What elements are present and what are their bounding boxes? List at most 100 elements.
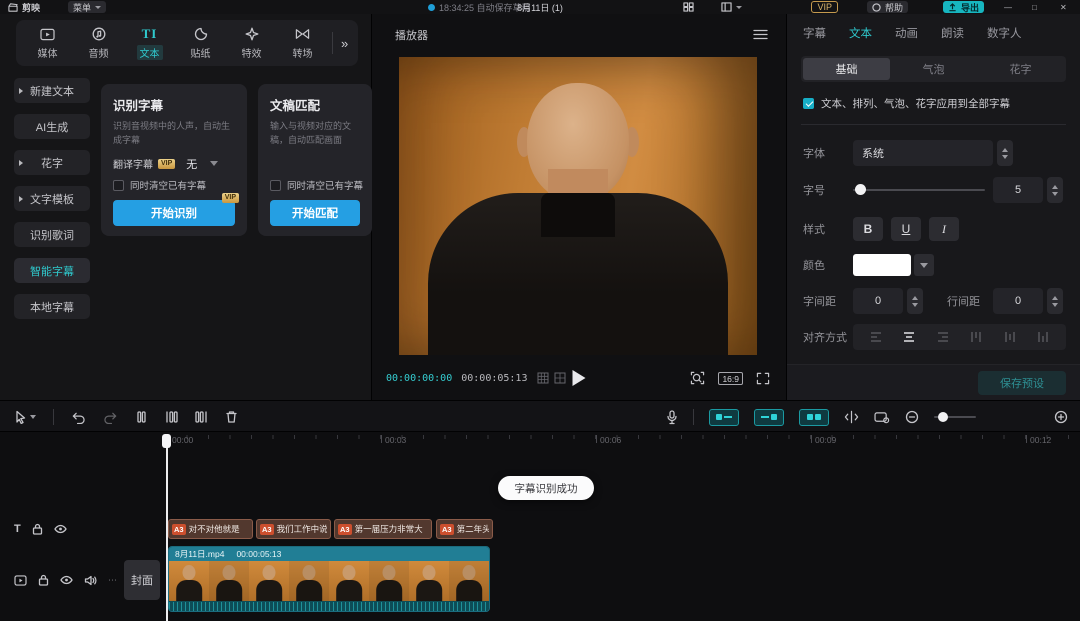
font-stepper[interactable] — [997, 140, 1013, 166]
letter-spacing-field[interactable]: 0 — [853, 288, 903, 314]
playhead-handle[interactable] — [162, 434, 171, 448]
checkbox[interactable] — [113, 179, 124, 191]
aspect-ratio-button[interactable]: 16:9 — [718, 371, 743, 385]
sidebar-item-ai-generate[interactable]: AI生成 — [14, 114, 90, 139]
size-slider-track[interactable] — [853, 189, 985, 191]
subtitle-clip[interactable]: A3 我们工作中说 — [256, 519, 331, 539]
workspace-switch-button[interactable] — [721, 1, 742, 13]
undo-icon[interactable] — [71, 411, 86, 424]
size-stepper[interactable] — [1047, 177, 1063, 203]
maximize-button[interactable]: □ — [1032, 1, 1046, 13]
play-button[interactable] — [572, 370, 586, 386]
subtab-fancy[interactable]: 花字 — [977, 58, 1064, 80]
line-spacing-stepper[interactable] — [1047, 288, 1063, 314]
sidebar-item-lyrics-recognition[interactable]: 识别歌词 — [14, 222, 90, 247]
redo-icon[interactable] — [103, 411, 118, 424]
translate-dropdown[interactable]: 无 — [186, 156, 197, 172]
eye-icon[interactable] — [60, 575, 73, 585]
checkbox-checked[interactable] — [803, 98, 814, 109]
delete-icon[interactable] — [225, 410, 238, 424]
auto-snap-toggle[interactable] — [754, 408, 784, 426]
preview-axis-icon[interactable] — [844, 410, 859, 424]
record-voiceover-icon[interactable] — [666, 409, 678, 425]
tab-text[interactable]: TI 文本 — [124, 26, 175, 60]
cover-button[interactable]: 封面 — [124, 560, 160, 600]
video-clip[interactable]: 8月11日.mp4 00:00:05:13 — [168, 546, 490, 612]
clear-existing-checkbox-row[interactable]: 同时清空已有字幕 — [113, 178, 206, 192]
sidebar-item-text-template[interactable]: 文字模板 — [14, 186, 90, 211]
zoom-out-icon[interactable] — [905, 410, 919, 424]
eye-icon[interactable] — [54, 524, 67, 534]
subtab-bubble[interactable]: 气泡 — [890, 58, 977, 80]
font-select[interactable]: 系统 — [853, 140, 993, 166]
vip-button[interactable]: VIP — [811, 1, 838, 13]
bold-button[interactable]: B — [853, 217, 883, 241]
subtitle-clip[interactable]: A3 第二年头 — [436, 519, 493, 539]
timeline-zoom-slider[interactable] — [934, 410, 976, 424]
link-toggle[interactable] — [799, 408, 829, 426]
align-bottom-icon[interactable] — [1036, 330, 1050, 344]
align-center-icon[interactable] — [902, 330, 916, 344]
clear-existing-checkbox-row[interactable]: 同时清空已有字幕 — [270, 178, 363, 192]
layout-icon-button[interactable] — [683, 1, 694, 13]
tab-digital-human[interactable]: 数字人 — [987, 25, 1022, 41]
more-tabs-button[interactable]: » — [341, 36, 348, 51]
tab-audio[interactable]: 音频 — [73, 26, 124, 60]
preview-zoom-icon[interactable] — [874, 411, 890, 424]
split-icon[interactable] — [135, 410, 148, 424]
tab-effects[interactable]: 特效 — [226, 26, 277, 60]
minimize-button[interactable]: — — [1004, 1, 1018, 13]
select-tool-button[interactable] — [14, 410, 36, 424]
preview-quality-icon[interactable] — [690, 371, 705, 385]
align-left-icon[interactable] — [869, 330, 883, 344]
main-track-magnet-toggle[interactable] — [709, 408, 739, 426]
menu-button[interactable]: 菜单 — [68, 1, 107, 13]
lock-icon[interactable] — [38, 574, 49, 586]
track-more-icon[interactable]: ⋯ — [108, 575, 118, 586]
underline-button[interactable]: U — [891, 217, 921, 241]
mute-speaker-icon[interactable] — [84, 575, 97, 586]
trim-right-icon[interactable] — [195, 410, 208, 424]
frame-grid-icon[interactable] — [554, 372, 566, 384]
font-row: 字体 系统 — [787, 140, 1080, 166]
letter-spacing-stepper[interactable] — [907, 288, 923, 314]
size-slider-knob[interactable] — [855, 184, 866, 195]
tab-subtitles[interactable]: 字幕 — [803, 25, 826, 41]
fullscreen-icon[interactable] — [756, 372, 770, 385]
export-button[interactable]: 导出 — [942, 1, 984, 13]
sidebar-item-local-subtitles[interactable]: 本地字幕 — [14, 294, 90, 319]
frame-grid-icon[interactable] — [537, 372, 549, 384]
tab-tts[interactable]: 朗读 — [941, 25, 964, 41]
player-menu-button[interactable] — [753, 29, 768, 40]
slider-knob[interactable] — [938, 412, 948, 422]
start-recognition-button[interactable]: 开始识别 VIP — [113, 193, 239, 226]
sidebar-item-new-text[interactable]: 新建文本 — [14, 78, 90, 103]
tab-transitions[interactable]: 转场 — [277, 26, 328, 60]
italic-button[interactable]: I — [929, 217, 959, 241]
align-right-icon[interactable] — [936, 330, 950, 344]
sidebar-item-smart-subtitles[interactable]: 智能字幕 — [14, 258, 90, 283]
save-preset-button[interactable]: 保存预设 — [978, 371, 1066, 395]
align-middle-icon[interactable] — [1003, 330, 1017, 344]
subtitle-clip[interactable]: A3 第一届压力非常大 — [334, 519, 432, 539]
size-value-field[interactable]: 5 — [993, 177, 1043, 203]
checkbox[interactable] — [270, 179, 281, 191]
subtitle-clip[interactable]: A3 对不对他就是 — [168, 519, 253, 539]
tab-text[interactable]: 文本 — [849, 25, 872, 41]
color-dropdown-button[interactable] — [914, 254, 934, 276]
lock-icon[interactable] — [32, 523, 43, 535]
align-top-icon[interactable] — [969, 330, 983, 344]
zoom-to-fit-icon[interactable] — [1054, 410, 1068, 424]
tab-media[interactable]: 媒体 — [22, 26, 73, 60]
tab-sticker[interactable]: 贴纸 — [175, 26, 226, 60]
line-spacing-field[interactable]: 0 — [993, 288, 1043, 314]
sidebar-item-fancy-text[interactable]: 花字 — [14, 150, 90, 175]
start-match-button[interactable]: 开始匹配 — [270, 200, 360, 226]
close-button[interactable]: ✕ — [1060, 1, 1074, 13]
subtab-basic[interactable]: 基础 — [803, 58, 890, 80]
apply-to-all-row[interactable]: 文本、排列、气泡、花字应用到全部字幕 — [803, 96, 1010, 111]
trim-left-icon[interactable] — [165, 410, 178, 424]
help-button[interactable]: 帮助 — [866, 1, 908, 13]
color-swatch[interactable] — [853, 254, 911, 276]
tab-animation[interactable]: 动画 — [895, 25, 918, 41]
